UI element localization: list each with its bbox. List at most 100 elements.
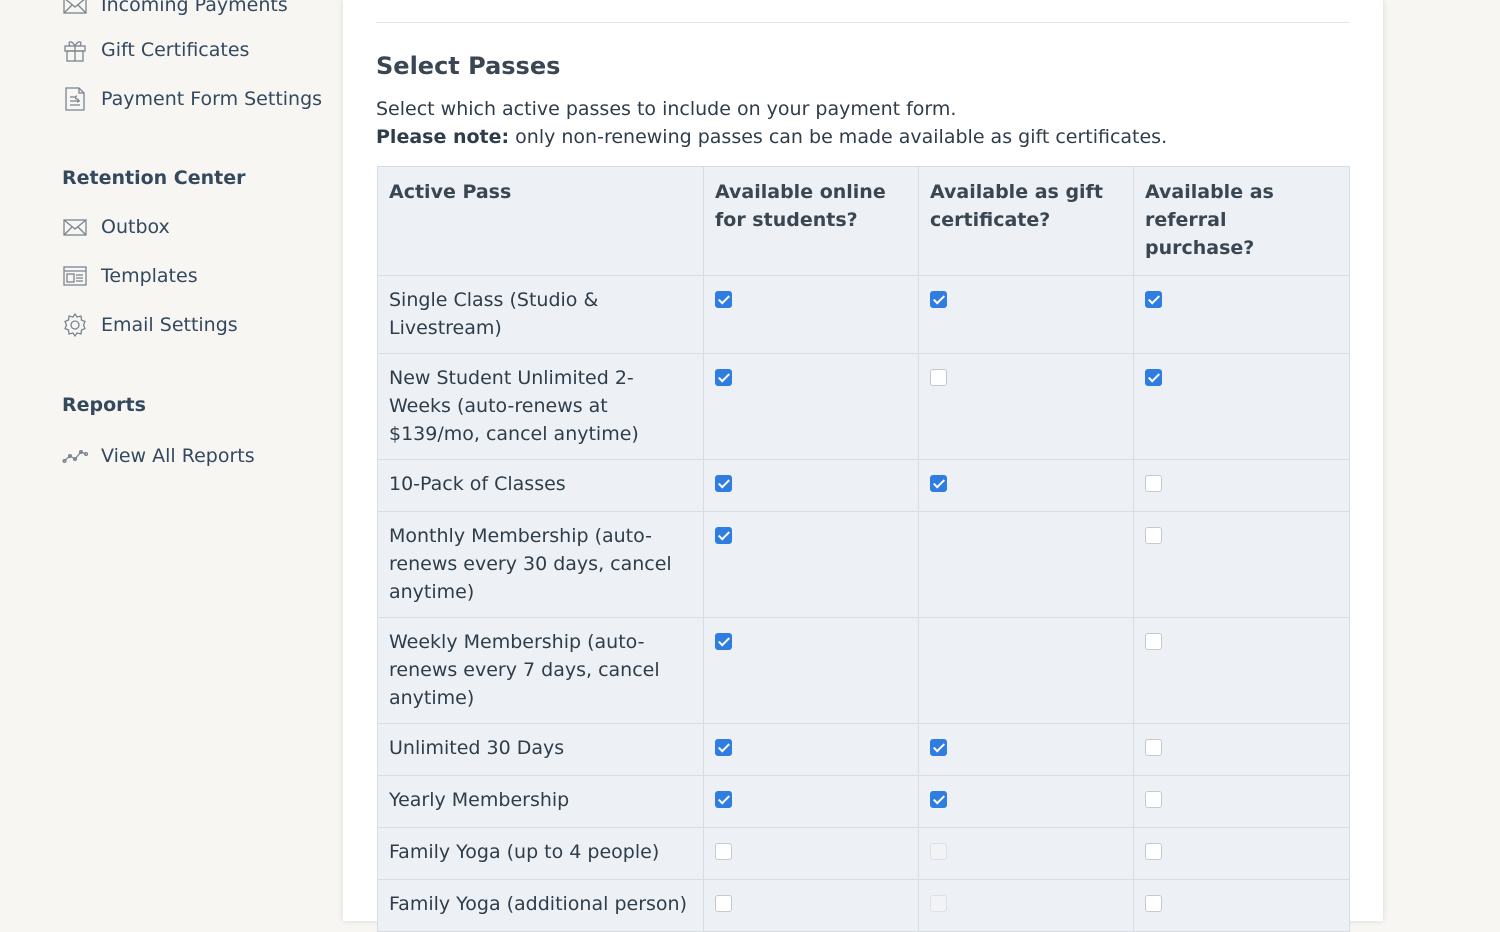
cell-referral (1133, 775, 1350, 828)
table-row: Yearly Membership (377, 775, 1350, 828)
table-row: Single Class (Studio & Livestream) (377, 275, 1350, 354)
header-online: Available online for students? (703, 166, 919, 276)
sidebar-item-label: Outbox (101, 216, 170, 238)
cell-gift (918, 275, 1134, 354)
envelope-icon (62, 0, 88, 18)
form-document-icon (62, 86, 88, 112)
cell-gift (918, 827, 1134, 880)
table-row: Family Yoga (additional person) (377, 879, 1350, 932)
sidebar-item-label: Payment Form Settings (101, 88, 323, 110)
table-row: Unlimited 30 Days (377, 723, 1350, 776)
sidebar-item-label: Templates (101, 265, 198, 287)
cell-referral (1133, 353, 1350, 460)
header-gift: Available as gift certificate? (918, 166, 1134, 276)
online-checkbox[interactable] (715, 633, 732, 650)
sidebar-item-templates[interactable]: Templates (62, 261, 198, 291)
description: Select which active passes to include on… (376, 95, 1167, 151)
cell-gift (918, 617, 1134, 724)
table-header-row: Active Pass Available online for student… (377, 166, 1350, 276)
cell-online (703, 617, 919, 724)
online-checkbox[interactable] (715, 739, 732, 756)
cell-referral (1133, 723, 1350, 776)
gift-checkbox[interactable] (930, 291, 947, 308)
online-checkbox[interactable] (715, 475, 732, 492)
cell-online (703, 827, 919, 880)
envelope-icon (62, 214, 88, 240)
sidebar-item-incoming-payments[interactable]: Incoming Payments (62, 0, 288, 20)
sidebar-item-outbox[interactable]: Outbox (62, 212, 170, 242)
online-checkbox[interactable] (715, 791, 732, 808)
gift-icon (62, 37, 88, 63)
cell-online (703, 775, 919, 828)
cell-gift (918, 511, 1134, 618)
cell-online (703, 459, 919, 512)
pass-name: Single Class (Studio & Livestream) (377, 275, 704, 354)
gift-checkbox[interactable] (930, 475, 947, 492)
cell-gift (918, 775, 1134, 828)
line-chart-icon (62, 443, 88, 469)
gift-checkbox[interactable] (930, 369, 947, 386)
cell-online (703, 879, 919, 932)
referral-checkbox[interactable] (1145, 633, 1162, 650)
gift-checkbox[interactable] (930, 739, 947, 756)
cell-gift (918, 879, 1134, 932)
cell-referral (1133, 827, 1350, 880)
cell-online (703, 353, 919, 460)
sidebar-item-label: View All Reports (101, 445, 255, 467)
description-line: Select which active passes to include on… (376, 98, 957, 120)
gift-checkbox (930, 843, 947, 860)
pass-name: Family Yoga (up to 4 people) (377, 827, 704, 880)
referral-checkbox[interactable] (1145, 369, 1162, 386)
pass-name: Monthly Membership (auto-renews every 30… (377, 511, 704, 618)
table-row: Monthly Membership (auto-renews every 30… (377, 511, 1350, 618)
sidebar-item-gift-certificates[interactable]: Gift Certificates (62, 35, 249, 65)
template-icon (62, 263, 88, 289)
pass-name: Yearly Membership (377, 775, 704, 828)
gear-icon (62, 312, 88, 338)
referral-checkbox[interactable] (1145, 791, 1162, 808)
pass-name: Weekly Membership (auto-renews every 7 d… (377, 617, 704, 724)
table-row: Weekly Membership (auto-renews every 7 d… (377, 617, 1350, 724)
gift-checkbox[interactable] (930, 791, 947, 808)
note-label: Please note: (376, 126, 510, 148)
sidebar-item-label: Email Settings (101, 314, 238, 336)
cell-online (703, 511, 919, 618)
online-checkbox[interactable] (715, 843, 732, 860)
sidebar: Incoming Payments Gift Certificates Paym… (0, 0, 342, 921)
cell-referral (1133, 879, 1350, 932)
header-active-pass: Active Pass (377, 166, 704, 276)
cell-referral (1133, 511, 1350, 618)
sidebar-item-label: Gift Certificates (101, 39, 250, 61)
retention-center-title: Retention Center (62, 167, 246, 189)
header-referral: Available as referral purchase? (1133, 166, 1350, 276)
online-checkbox[interactable] (715, 291, 732, 308)
online-checkbox[interactable] (715, 527, 732, 544)
cell-online (703, 275, 919, 354)
sidebar-item-payment-form-settings[interactable]: Payment Form Settings (62, 84, 322, 114)
note-line: Please note: only non-renewing passes ca… (376, 123, 1167, 151)
table-row: 10-Pack of Classes (377, 459, 1350, 512)
note-text: only non-renewing passes can be made ava… (509, 126, 1168, 148)
pass-name: New Student Unlimited 2-Weeks (auto-rene… (377, 353, 704, 460)
passes-table: Active Pass Available online for student… (377, 166, 1350, 932)
pass-name: Unlimited 30 Days (377, 723, 704, 776)
referral-checkbox[interactable] (1145, 291, 1162, 308)
referral-checkbox[interactable] (1145, 843, 1162, 860)
sidebar-item-view-all-reports[interactable]: View All Reports (62, 441, 255, 471)
referral-checkbox[interactable] (1145, 527, 1162, 544)
divider (376, 22, 1349, 23)
online-checkbox[interactable] (715, 369, 732, 386)
main-panel: Select Passes Select which active passes… (343, 0, 1383, 932)
online-checkbox[interactable] (715, 895, 732, 912)
cell-online (703, 723, 919, 776)
table-row: New Student Unlimited 2-Weeks (auto-rene… (377, 353, 1350, 460)
sidebar-item-label: Incoming Payments (101, 0, 288, 16)
gift-checkbox (930, 895, 947, 912)
referral-checkbox[interactable] (1145, 475, 1162, 492)
sidebar-item-email-settings[interactable]: Email Settings (62, 310, 238, 340)
page-title: Select Passes (376, 52, 561, 80)
pass-name: 10-Pack of Classes (377, 459, 704, 512)
referral-checkbox[interactable] (1145, 739, 1162, 756)
referral-checkbox[interactable] (1145, 895, 1162, 912)
cell-referral (1133, 459, 1350, 512)
